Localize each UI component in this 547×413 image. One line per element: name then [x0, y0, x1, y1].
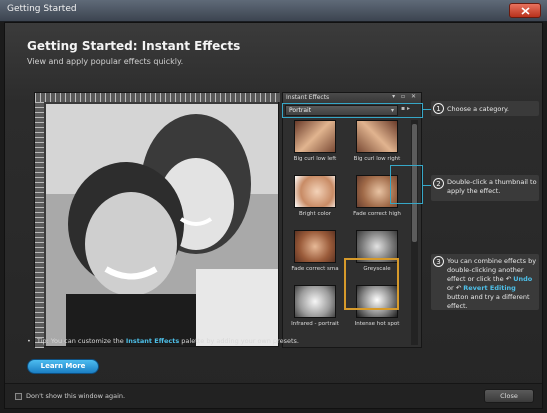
sample-photo [46, 104, 278, 346]
title-bar: Getting Started [0, 0, 547, 22]
dont-show-again-label[interactable]: Don't show this window again. [26, 392, 125, 400]
palette-header: Instant Effects ▾ ▫ ✕ [283, 93, 421, 103]
callout-1-number: 1 [433, 103, 444, 114]
effects-thumbnail-grid: Big curl low left Big curl low right Bri… [285, 120, 409, 347]
thumbnail-big-curl-low-left[interactable]: Big curl low left [285, 120, 345, 162]
getting-started-dialog: Getting Started: Instant Effects View an… [4, 22, 543, 409]
undo-icon: ↶ [505, 275, 512, 283]
thumbnail-big-curl-low-right[interactable]: Big curl low right [347, 120, 407, 162]
selected-thumbnail-highlight [344, 258, 399, 310]
page-subtitle: View and apply popular effects quickly. [27, 57, 184, 66]
learn-more-button[interactable]: Learn More [27, 359, 99, 374]
page-title: Getting Started: Instant Effects [27, 39, 241, 53]
callout-2-connector [423, 185, 431, 186]
thumbnail-infrared-portrait[interactable]: Infrared - portrait [285, 285, 345, 327]
callout-2-text: Double-click a thumbnail to apply the ef… [447, 178, 537, 195]
callout-3-text: You can combine effects by double-clicki… [447, 257, 537, 310]
category-highlight [282, 103, 423, 118]
thumbnail-bright-color[interactable]: Bright color [285, 175, 345, 217]
dont-show-again-checkbox[interactable] [15, 393, 22, 400]
photo-canvas [34, 92, 280, 348]
callout-2-box [390, 165, 423, 204]
window-close-button[interactable] [509, 3, 541, 18]
callout-2-number: 2 [433, 178, 444, 189]
bullet-icon: • [27, 337, 31, 345]
couple-photo-image [46, 104, 278, 346]
revert-editing-link: Revert Editing [463, 284, 516, 292]
vertical-ruler [35, 102, 44, 348]
close-button[interactable]: Close [484, 389, 534, 403]
dialog-footer: Don't show this window again. Close [5, 383, 542, 408]
palette-scrollbar[interactable] [411, 120, 418, 345]
callout-1-text: Choose a category. [447, 105, 509, 113]
instant-effects-link[interactable]: Instant Effects [126, 337, 179, 345]
tip-text: • Tip: You can customize the Instant Eff… [27, 337, 299, 345]
callout-3-number: 3 [433, 256, 444, 267]
window-title: Getting Started [7, 4, 77, 14]
undo-link: Undo [513, 275, 533, 283]
close-icon [521, 7, 530, 15]
revert-icon: ↶ [455, 284, 462, 292]
palette-title: Instant Effects [286, 94, 330, 101]
callout-1-connector [422, 109, 431, 110]
instant-effects-palette: Instant Effects ▾ ▫ ✕ Portrait ▾ ▪ ▸ Big… [282, 92, 423, 348]
horizontal-ruler [35, 93, 280, 102]
palette-window-controls[interactable]: ▾ ▫ ✕ [392, 93, 418, 100]
thumbnail-fade-correct-small[interactable]: Fade correct sma [285, 230, 345, 272]
